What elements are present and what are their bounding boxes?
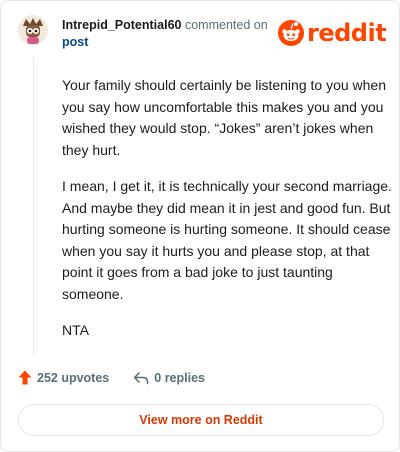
avatar-icon bbox=[18, 15, 48, 45]
reply-arrow-icon bbox=[134, 371, 149, 384]
upvote-count: 252 upvotes bbox=[37, 370, 110, 385]
comment-paragraph: Your family should certainly be listenin… bbox=[62, 77, 387, 158]
comment-paragraph: NTA bbox=[62, 322, 89, 338]
comment-paragraph: I mean, I get it, it is technically your… bbox=[62, 178, 392, 302]
upvote-arrow-icon bbox=[18, 370, 32, 385]
embedded-comment-card: Intrepid_Potential60 commented on post r… bbox=[0, 0, 400, 452]
reply-count: 0 replies bbox=[154, 370, 205, 385]
post-link[interactable]: post bbox=[62, 35, 88, 49]
reddit-wordmark: reddit bbox=[307, 19, 387, 47]
username-link[interactable]: Intrepid_Potential60 bbox=[62, 18, 181, 32]
reply-button[interactable]: 0 replies bbox=[133, 371, 205, 385]
upvote-button[interactable]: 252 upvotes bbox=[18, 370, 109, 385]
comment-actions: 252 upvotes 0 replies bbox=[18, 370, 205, 385]
comment-body: Your family should certainly be listenin… bbox=[62, 75, 392, 357]
thread-line bbox=[33, 57, 34, 355]
reddit-snoo-icon bbox=[278, 20, 304, 46]
action-text: commented on bbox=[184, 18, 268, 32]
view-more-button[interactable]: View more on Reddit bbox=[18, 404, 384, 436]
comment-header: Intrepid_Potential60 commented on post bbox=[62, 17, 282, 51]
avatar[interactable] bbox=[18, 15, 48, 45]
reddit-logo[interactable]: reddit bbox=[278, 18, 387, 48]
